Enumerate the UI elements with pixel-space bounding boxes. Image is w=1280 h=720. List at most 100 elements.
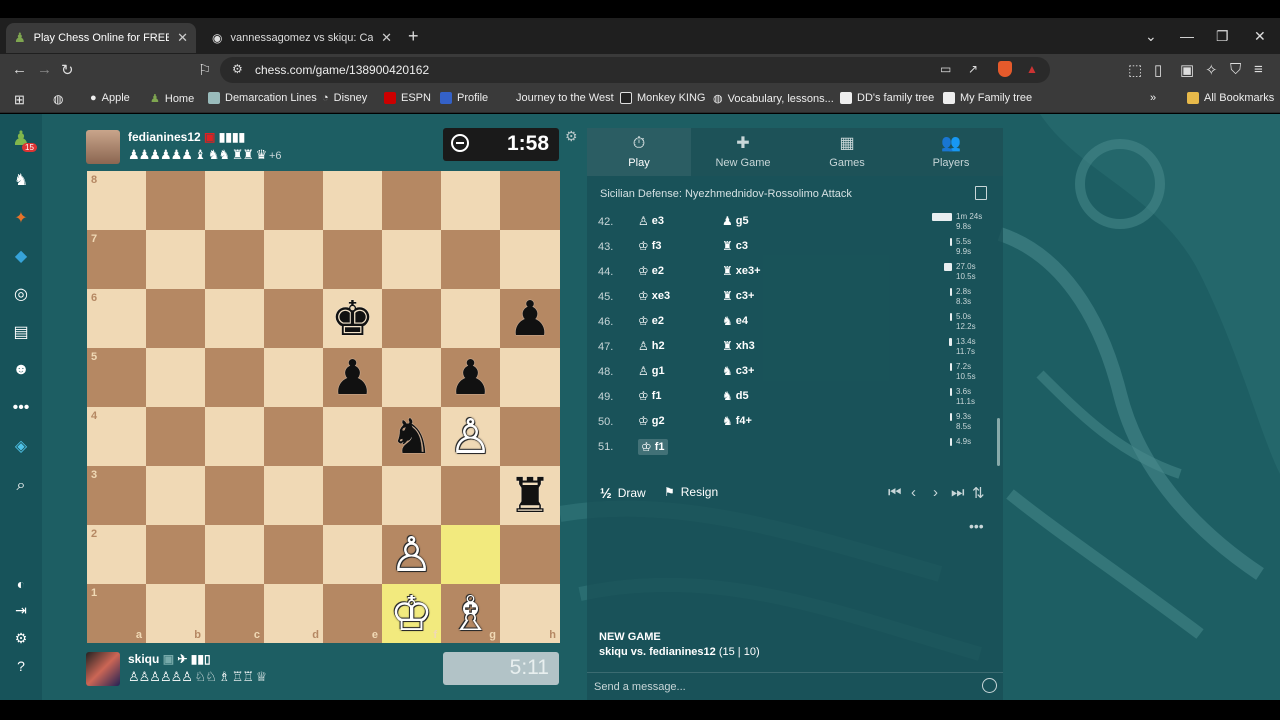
bookmark-monkey-king[interactable]: Monkey KING (620, 92, 705, 104)
white-move[interactable]: ♔ f3 (638, 239, 662, 253)
back-icon[interactable]: ← (12, 61, 27, 78)
more-bookmarks-icon[interactable]: » (1150, 92, 1156, 104)
move-list[interactable]: 42. ♙ e3 ♟ g5 1m 24s 9.8s 43. ♔ f3 ♜ c3 5.5s 9.9s 44. ♔… (587, 210, 1003, 460)
player-name[interactable]: skiqu ▣ ✈ ▮▮▯ (128, 652, 211, 666)
square-d5[interactable] (264, 348, 323, 407)
square-d4[interactable] (264, 407, 323, 466)
new-game-subtitle[interactable]: skiqu vs. fedianines12 (15 | 10) (599, 646, 760, 658)
square-b7[interactable] (146, 230, 205, 289)
piece-g1[interactable]: ♗ (449, 590, 492, 638)
square-h1[interactable]: h (500, 584, 560, 643)
black-move[interactable]: ♜ c3+ (722, 289, 754, 303)
tab-players[interactable]: 👥 Players (899, 128, 1003, 176)
bookmark-demarcation[interactable]: Demarcation Lines (208, 92, 317, 104)
square-c6[interactable] (205, 289, 264, 348)
square-a1[interactable]: 1a (87, 584, 146, 643)
tab-play[interactable]: ⏱ Play (587, 128, 691, 176)
rewards-icon[interactable]: ▲ (1026, 62, 1038, 76)
extensions-icon[interactable]: ⬚ (1128, 61, 1142, 79)
square-d1[interactable]: d (264, 584, 323, 643)
square-e6[interactable]: ♚ (323, 289, 382, 348)
square-f7[interactable] (382, 230, 441, 289)
square-g8[interactable] (441, 171, 500, 230)
flip-board-icon[interactable]: ⇅ (972, 484, 985, 502)
tab-search-chevron-icon[interactable]: ⌄ (1145, 28, 1157, 45)
square-b2[interactable] (146, 525, 205, 584)
white-move[interactable]: ♔ e2 (638, 314, 664, 328)
bookmark-disney[interactable]: ◔ Disney (322, 92, 367, 104)
restore-window-button[interactable]: ❐ (1216, 28, 1229, 45)
square-g1[interactable]: g ♗ (441, 584, 500, 643)
bookmark-journey[interactable]: Journey to the West (516, 92, 614, 104)
news-icon[interactable]: ▤ (9, 320, 33, 344)
prev-move-icon[interactable]: ‹ (911, 484, 916, 501)
square-a3[interactable]: 3 (87, 466, 146, 525)
white-move[interactable]: ♔ e2 (638, 264, 664, 278)
square-g7[interactable] (441, 230, 500, 289)
address-bar[interactable]: ⚙ chess.com/game/138900420162 ▭ ↗ ▲ (220, 57, 1050, 83)
white-move[interactable]: ♙ g1 (638, 364, 665, 378)
square-c8[interactable] (205, 171, 264, 230)
square-c1[interactable]: c (205, 584, 264, 643)
bookmark-my-family-tree[interactable]: My Family tree (943, 92, 1032, 104)
close-window-button[interactable]: ✕ (1254, 28, 1266, 45)
avatar[interactable] (86, 130, 120, 164)
diamond-icon[interactable]: ◈ (9, 434, 33, 458)
chat-input[interactable] (594, 677, 964, 697)
sidebar-icon[interactable]: ▯ (1154, 61, 1162, 79)
minimize-window-button[interactable]: — (1180, 28, 1194, 44)
learn-icon[interactable]: ◆ (9, 244, 33, 268)
opening-name[interactable]: Sicilian Defense: Nyezhmednidov-Rossolim… (600, 188, 852, 200)
black-move[interactable]: ♜ xh3 (722, 339, 755, 353)
black-move[interactable]: ♜ c3 (722, 239, 748, 253)
square-b6[interactable] (146, 289, 205, 348)
piece-f4[interactable]: ♞ (390, 413, 433, 461)
piece-h6[interactable]: ♟ (508, 295, 551, 343)
bookmark-dd-family-tree[interactable]: DD's family tree (840, 92, 934, 104)
square-g6[interactable] (441, 289, 500, 348)
emoji-icon[interactable] (982, 678, 997, 693)
square-d7[interactable] (264, 230, 323, 289)
square-d8[interactable] (264, 171, 323, 230)
piece-e6[interactable]: ♚ (331, 295, 374, 343)
square-g3[interactable] (441, 466, 500, 525)
last-move-icon[interactable]: ⏭ (951, 484, 965, 501)
square-a6[interactable]: 6 (87, 289, 146, 348)
white-move[interactable]: ♙ h2 (638, 339, 665, 353)
social-icon[interactable]: ☻ (9, 358, 33, 382)
share-icon[interactable]: ↗ (968, 62, 978, 76)
square-d3[interactable] (264, 466, 323, 525)
square-f5[interactable] (382, 348, 441, 407)
piece-g5[interactable]: ♟ (449, 354, 492, 402)
url-text[interactable]: chess.com/game/138900420162 (255, 63, 429, 77)
square-c3[interactable] (205, 466, 264, 525)
all-bookmarks[interactable]: All Bookmarks (1187, 92, 1274, 104)
leo-ai-icon[interactable]: ✧ (1205, 61, 1218, 79)
black-move[interactable]: ♜ xe3+ (722, 264, 761, 278)
square-h2[interactable] (500, 525, 560, 584)
white-move[interactable]: ♔ xe3 (638, 289, 670, 303)
book-icon[interactable] (975, 186, 987, 200)
square-h6[interactable]: ♟ (500, 289, 560, 348)
square-e1[interactable]: e (323, 584, 382, 643)
square-b4[interactable] (146, 407, 205, 466)
browser-tab-chess[interactable]: ♟ Play Chess Online for FREE - 2 P ✕ (6, 23, 196, 53)
forward-icon[interactable]: → (37, 61, 52, 78)
help-icon[interactable]: ? (9, 654, 33, 678)
square-h3[interactable]: ♜ (500, 466, 560, 525)
square-e8[interactable] (323, 171, 382, 230)
reload-icon[interactable]: ↻ (61, 61, 74, 79)
square-e4[interactable] (323, 407, 382, 466)
square-f1[interactable]: f ♔ (382, 584, 441, 643)
black-move[interactable]: ♞ f4+ (722, 414, 752, 428)
square-h4[interactable] (500, 407, 560, 466)
square-f6[interactable] (382, 289, 441, 348)
square-g5[interactable]: ♟ (441, 348, 500, 407)
watch-icon[interactable]: ◎ (9, 282, 33, 306)
white-move[interactable]: ♙ e3 (638, 214, 664, 228)
square-d2[interactable] (264, 525, 323, 584)
square-c2[interactable] (205, 525, 264, 584)
square-f2[interactable]: ♙ (382, 525, 441, 584)
square-f3[interactable] (382, 466, 441, 525)
move-list-scrollbar[interactable] (997, 418, 1000, 466)
